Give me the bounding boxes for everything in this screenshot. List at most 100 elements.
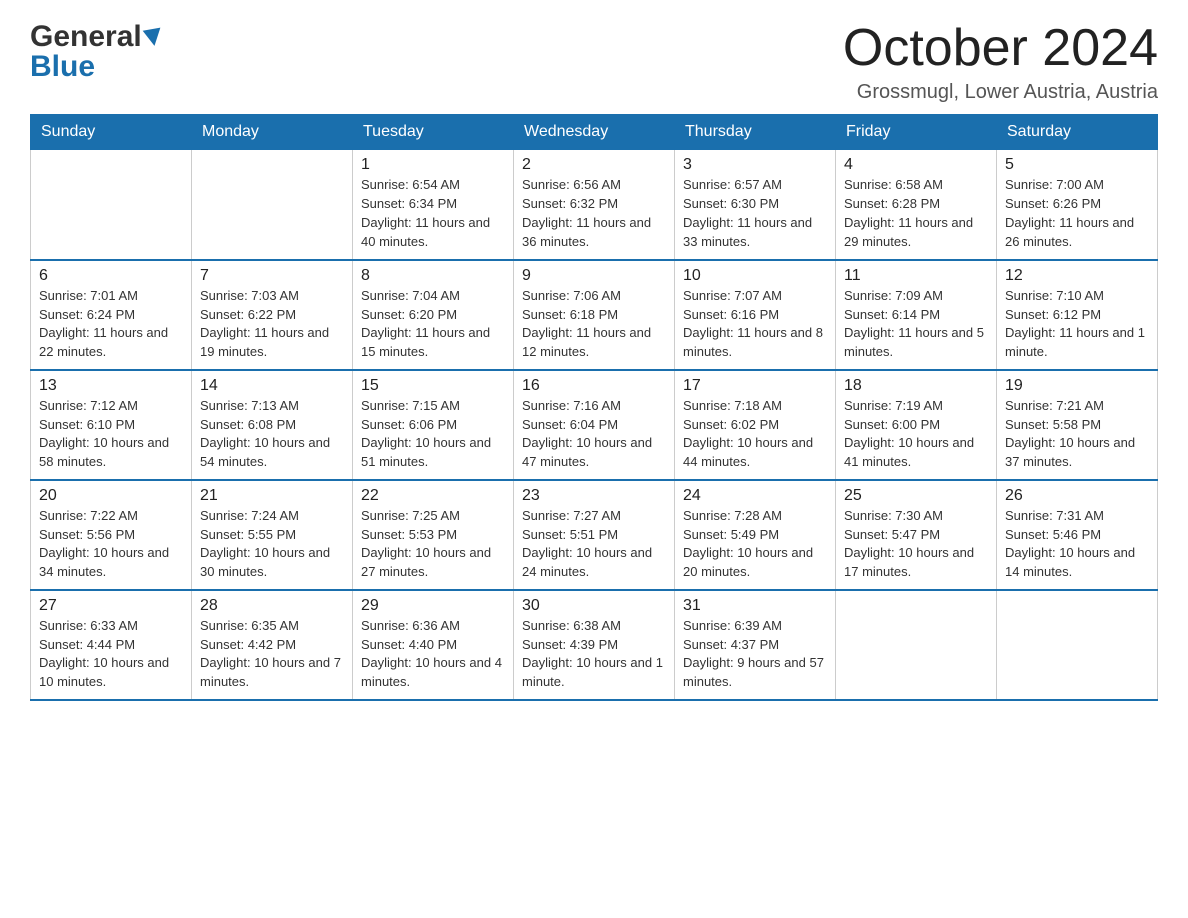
day-detail: Sunrise: 7:27 AMSunset: 5:51 PMDaylight:…: [522, 507, 666, 582]
header-thursday: Thursday: [675, 115, 836, 150]
day-detail: Sunrise: 6:57 AMSunset: 6:30 PMDaylight:…: [683, 176, 827, 251]
day-detail: Sunrise: 7:10 AMSunset: 6:12 PMDaylight:…: [1005, 287, 1149, 362]
table-row: 16Sunrise: 7:16 AMSunset: 6:04 PMDayligh…: [514, 370, 675, 480]
day-detail: Sunrise: 7:28 AMSunset: 5:49 PMDaylight:…: [683, 507, 827, 582]
day-number: 1: [361, 156, 505, 174]
day-number: 3: [683, 156, 827, 174]
calendar-week-row: 6Sunrise: 7:01 AMSunset: 6:24 PMDaylight…: [31, 260, 1158, 370]
table-row: 12Sunrise: 7:10 AMSunset: 6:12 PMDayligh…: [997, 260, 1158, 370]
day-number: 30: [522, 597, 666, 615]
day-detail: Sunrise: 7:07 AMSunset: 6:16 PMDaylight:…: [683, 287, 827, 362]
day-number: 7: [200, 267, 344, 285]
day-number: 25: [844, 487, 988, 505]
table-row: 24 Sunrise: 7:28 AMSunset: 5:49 PMDayligh…: [675, 480, 836, 590]
day-number: 26: [1005, 487, 1149, 505]
table-row: 7 Sunrise: 7:03 AMSunset: 6:22 PMDaylight…: [192, 260, 353, 370]
header-monday: Monday: [192, 115, 353, 150]
table-row: 28 Sunrise: 6:35 AMSunset: 4:42 PMDayligh…: [192, 590, 353, 700]
day-detail: Sunrise: 7:13 AMSunset: 6:08 PMDaylight:…: [200, 397, 344, 472]
day-number: 5: [1005, 156, 1149, 174]
day-detail: Sunrise: 6:58 AMSunset: 6:28 PMDaylight:…: [844, 176, 988, 251]
day-number: 19: [1005, 377, 1149, 395]
header-saturday: Saturday: [997, 115, 1158, 150]
day-detail: Sunrise: 7:24 AMSunset: 5:55 PMDaylight:…: [200, 507, 344, 582]
day-detail: Sunrise: 7:22 AMSunset: 5:56 PMDaylight:…: [39, 507, 183, 582]
day-number: 20: [39, 487, 183, 505]
table-row: 9 Sunrise: 7:06 AMSunset: 6:18 PMDaylight…: [514, 260, 675, 370]
day-number: 6: [39, 267, 183, 285]
calendar-week-row: 13 Sunrise: 7:12 AMSunset: 6:10 PMDayligh…: [31, 370, 1158, 480]
day-number: 27: [39, 597, 183, 615]
header-wednesday: Wednesday: [514, 115, 675, 150]
day-detail: Sunrise: 6:35 AMSunset: 4:42 PMDaylight:…: [200, 617, 344, 692]
day-detail: Sunrise: 7:03 AMSunset: 6:22 PMDaylight:…: [200, 287, 344, 362]
table-row: 18Sunrise: 7:19 AMSunset: 6:00 PMDayligh…: [836, 370, 997, 480]
day-number: 21: [200, 487, 344, 505]
calendar-table: Sunday Monday Tuesday Wednesday Thursday…: [30, 114, 1158, 701]
table-row: 21 Sunrise: 7:24 AMSunset: 5:55 PMDayligh…: [192, 480, 353, 590]
day-number: 2: [522, 156, 666, 174]
title-section: October 2024 Grossmugl, Lower Austria, A…: [843, 20, 1158, 104]
day-detail: Sunrise: 6:54 AMSunset: 6:34 PMDaylight:…: [361, 176, 505, 251]
day-detail: Sunrise: 7:15 AMSunset: 6:06 PMDaylight:…: [361, 397, 505, 472]
day-number: 16: [522, 377, 666, 395]
logo-triangle-icon: [142, 27, 163, 47]
table-row: 15 Sunrise: 7:15 AMSunset: 6:06 PMDayligh…: [353, 370, 514, 480]
table-row: 19 Sunrise: 7:21 AMSunset: 5:58 PMDayligh…: [997, 370, 1158, 480]
day-number: 9: [522, 267, 666, 285]
table-row: 27Sunrise: 6:33 AMSunset: 4:44 PMDayligh…: [31, 590, 192, 700]
header-friday: Friday: [836, 115, 997, 150]
table-row: [997, 590, 1158, 700]
table-row: [836, 590, 997, 700]
day-number: 29: [361, 597, 505, 615]
calendar-week-row: 20 Sunrise: 7:22 AMSunset: 5:56 PMDayligh…: [31, 480, 1158, 590]
blue-label: Blue: [30, 50, 95, 84]
location-text: Grossmugl, Lower Austria, Austria: [843, 81, 1158, 104]
table-row: 30 Sunrise: 6:38 AMSunset: 4:39 PMDayligh…: [514, 590, 675, 700]
table-row: 26 Sunrise: 7:31 AMSunset: 5:46 PMDayligh…: [997, 480, 1158, 590]
day-detail: Sunrise: 7:00 AMSunset: 6:26 PMDaylight:…: [1005, 176, 1149, 251]
table-row: 17Sunrise: 7:18 AMSunset: 6:02 PMDayligh…: [675, 370, 836, 480]
page-header: General Blue October 2024 Grossmugl, Low…: [30, 20, 1158, 104]
table-row: 13 Sunrise: 7:12 AMSunset: 6:10 PMDayligh…: [31, 370, 192, 480]
day-number: 11: [844, 267, 988, 285]
table-row: 14 Sunrise: 7:13 AMSunset: 6:08 PMDayligh…: [192, 370, 353, 480]
table-row: [192, 150, 353, 260]
day-number: 4: [844, 156, 988, 174]
day-detail: Sunrise: 7:06 AMSunset: 6:18 PMDaylight:…: [522, 287, 666, 362]
table-row: 2 Sunrise: 6:56 AMSunset: 6:32 PMDaylight…: [514, 150, 675, 260]
day-number: 10: [683, 267, 827, 285]
table-row: 6Sunrise: 7:01 AMSunset: 6:24 PMDaylight…: [31, 260, 192, 370]
day-number: 13: [39, 377, 183, 395]
calendar-header-row: Sunday Monday Tuesday Wednesday Thursday…: [31, 115, 1158, 150]
day-number: 28: [200, 597, 344, 615]
day-detail: Sunrise: 6:38 AMSunset: 4:39 PMDaylight:…: [522, 617, 666, 692]
day-detail: Sunrise: 7:09 AMSunset: 6:14 PMDaylight:…: [844, 287, 988, 362]
day-number: 15: [361, 377, 505, 395]
day-number: 14: [200, 377, 344, 395]
general-label: General: [30, 20, 142, 54]
table-row: 11 Sunrise: 7:09 AMSunset: 6:14 PMDayligh…: [836, 260, 997, 370]
calendar-week-row: 1 Sunrise: 6:54 AMSunset: 6:34 PMDaylight…: [31, 150, 1158, 260]
day-detail: Sunrise: 6:56 AMSunset: 6:32 PMDaylight:…: [522, 176, 666, 251]
day-number: 24: [683, 487, 827, 505]
table-row: 25Sunrise: 7:30 AMSunset: 5:47 PMDayligh…: [836, 480, 997, 590]
day-detail: Sunrise: 7:25 AMSunset: 5:53 PMDaylight:…: [361, 507, 505, 582]
day-detail: Sunrise: 7:19 AMSunset: 6:00 PMDaylight:…: [844, 397, 988, 472]
day-detail: Sunrise: 6:36 AMSunset: 4:40 PMDaylight:…: [361, 617, 505, 692]
calendar-week-row: 27Sunrise: 6:33 AMSunset: 4:44 PMDayligh…: [31, 590, 1158, 700]
day-detail: Sunrise: 7:12 AMSunset: 6:10 PMDaylight:…: [39, 397, 183, 472]
table-row: 5 Sunrise: 7:00 AMSunset: 6:26 PMDaylight…: [997, 150, 1158, 260]
day-number: 17: [683, 377, 827, 395]
day-number: 31: [683, 597, 827, 615]
day-number: 22: [361, 487, 505, 505]
table-row: 4 Sunrise: 6:58 AMSunset: 6:28 PMDaylight…: [836, 150, 997, 260]
day-detail: Sunrise: 7:31 AMSunset: 5:46 PMDaylight:…: [1005, 507, 1149, 582]
table-row: 8Sunrise: 7:04 AMSunset: 6:20 PMDaylight…: [353, 260, 514, 370]
table-row: 1 Sunrise: 6:54 AMSunset: 6:34 PMDaylight…: [353, 150, 514, 260]
logo-general-text: General: [30, 20, 162, 54]
day-detail: Sunrise: 7:21 AMSunset: 5:58 PMDaylight:…: [1005, 397, 1149, 472]
table-row: 29 Sunrise: 6:36 AMSunset: 4:40 PMDayligh…: [353, 590, 514, 700]
day-detail: Sunrise: 6:39 AMSunset: 4:37 PMDaylight:…: [683, 617, 827, 692]
table-row: 20 Sunrise: 7:22 AMSunset: 5:56 PMDayligh…: [31, 480, 192, 590]
